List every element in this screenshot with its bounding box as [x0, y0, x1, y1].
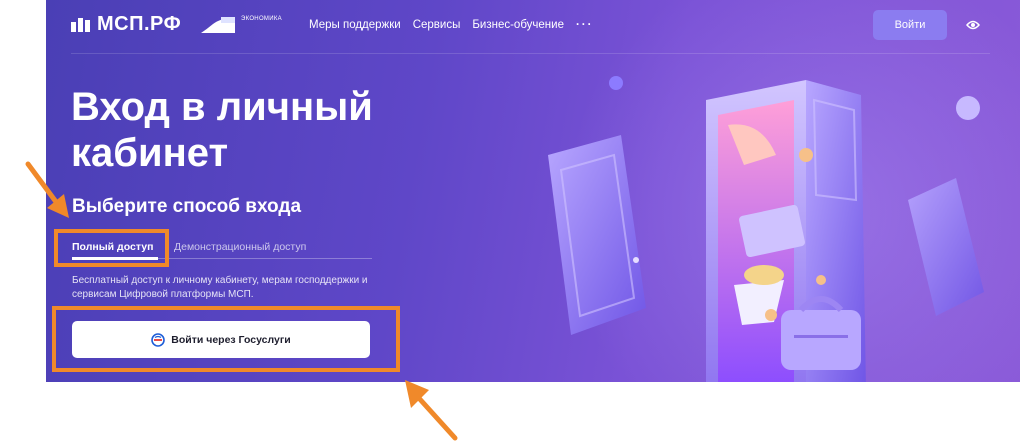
- partner-logo[interactable]: ЭКОНОМИКА: [199, 14, 282, 34]
- main-nav: Меры поддержки Сервисы Бизнес-обучение ·…: [309, 19, 593, 31]
- logo-text: МСП.РФ: [97, 13, 182, 35]
- access-description: Бесплатный доступ к личному кабинету, ме…: [72, 275, 368, 300]
- header-divider: [71, 53, 990, 54]
- door-illustration: [548, 76, 984, 382]
- nav-item-business-training[interactable]: Бизнес-обучение: [472, 19, 564, 31]
- nav-item-support[interactable]: Меры поддержки: [309, 19, 401, 31]
- login-button[interactable]: Войти: [873, 10, 947, 40]
- eye-icon[interactable]: [966, 19, 980, 31]
- annotation-box-tab: [54, 229, 169, 267]
- site-logo[interactable]: МСП.РФ: [71, 13, 181, 36]
- nav-more-button[interactable]: ···: [576, 19, 594, 31]
- partner-text: ЭКОНОМИКА: [241, 16, 282, 22]
- tab-demo-access[interactable]: Демонстрационный доступ: [174, 241, 306, 253]
- annotation-arrow-bottom: [405, 380, 458, 441]
- nav-item-services[interactable]: Сервисы: [413, 19, 461, 31]
- economy-flag-icon: [201, 17, 235, 33]
- login-method-heading: Выберите способ входа: [72, 196, 302, 217]
- annotation-box-button: [52, 306, 400, 372]
- page-title: Вход в личный кабинет: [71, 85, 373, 175]
- logo-mark-icon: [71, 17, 91, 32]
- annotation-arrow-top: [25, 161, 69, 218]
